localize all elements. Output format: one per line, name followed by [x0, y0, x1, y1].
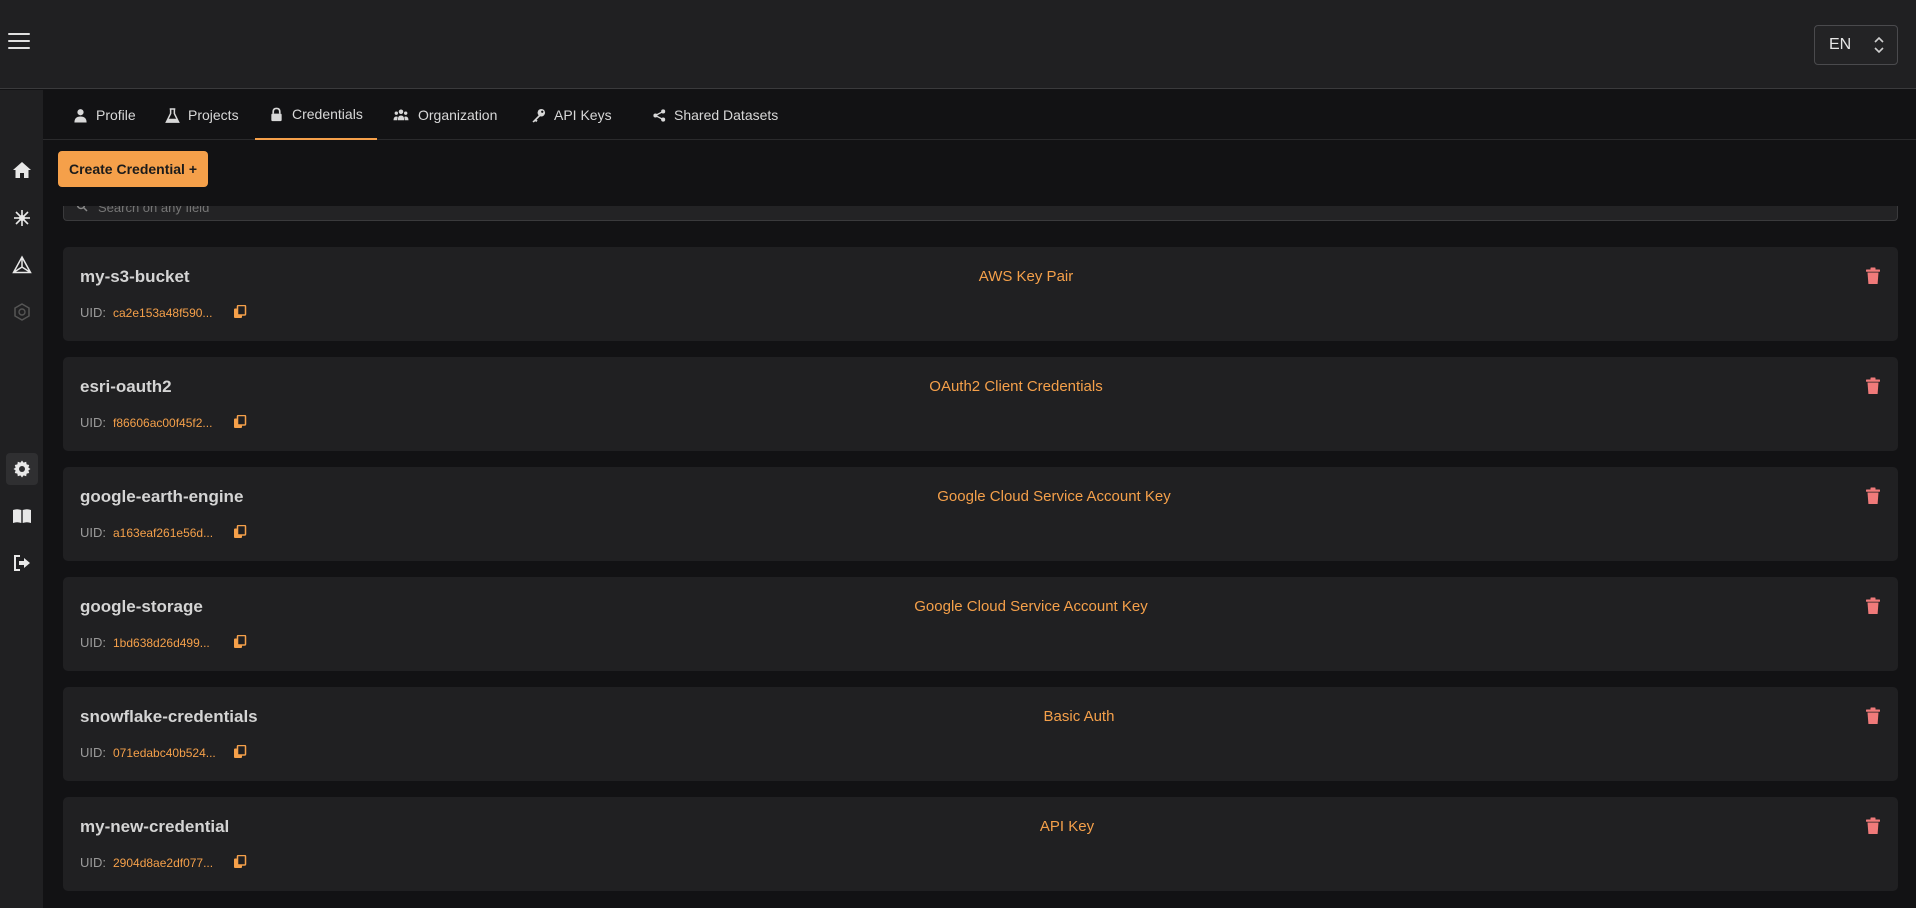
tab-label: Profile — [96, 107, 136, 123]
sparkle-icon[interactable] — [6, 202, 38, 234]
credential-card: google-earth-engine UID: a163eaf261e56d.… — [63, 467, 1898, 561]
credential-card: google-storage UID: 1bd638d26d499... Goo… — [63, 577, 1898, 671]
tab-label: Shared Datasets — [674, 107, 779, 123]
tab-shared-datasets[interactable]: Shared Datasets — [639, 90, 792, 140]
credential-name: google-storage — [80, 597, 203, 616]
gear-icon[interactable] — [6, 453, 38, 485]
credential-name: my-new-credential — [80, 817, 230, 836]
uid-label: UID: — [80, 855, 106, 870]
tab-label: Organization — [418, 107, 498, 123]
tab-label: Projects — [188, 107, 239, 123]
credential-type: AWS Key Pair — [978, 268, 1074, 285]
trash-icon[interactable] — [1865, 817, 1881, 835]
credential-card: my-s3-bucket UID: ca2e153a48f590... AWS … — [63, 247, 1898, 341]
credential-type: API Key — [1039, 818, 1095, 835]
language-select[interactable]: EN — [1814, 25, 1898, 65]
main-content: Profile Projects Credentials Organizatio… — [43, 90, 1916, 908]
tab-organization[interactable]: Organization — [378, 90, 511, 140]
tab-projects[interactable]: Projects — [151, 90, 253, 140]
copy-icon[interactable] — [233, 635, 247, 649]
lock-icon — [271, 107, 282, 121]
uid-label: UID: — [80, 635, 106, 650]
credential-card: esri-oauth2 UID: f86606ac00f45f2... OAut… — [63, 357, 1898, 451]
search-field[interactable] — [63, 206, 1898, 221]
tab-bar: Profile Projects Credentials Organizatio… — [43, 90, 1916, 140]
credential-type: OAuth2 Client Credentials — [929, 378, 1103, 395]
hexagon-icon[interactable] — [6, 296, 38, 328]
trash-icon[interactable] — [1865, 597, 1881, 615]
credential-card: my-new-credential UID: 2904d8ae2df077...… — [63, 797, 1898, 891]
tab-profile[interactable]: Profile — [59, 90, 150, 140]
book-icon[interactable] — [6, 500, 38, 532]
credential-uid: ca2e153a48f590... — [113, 306, 213, 320]
trash-icon[interactable] — [1865, 377, 1881, 395]
trash-icon[interactable] — [1865, 487, 1881, 505]
triangle-icon[interactable] — [6, 249, 38, 281]
uid-label: UID: — [80, 415, 106, 430]
copy-icon[interactable] — [233, 415, 247, 429]
credential-card: snowflake-credentials UID: 071edabc40b52… — [63, 687, 1898, 781]
copy-icon[interactable] — [233, 855, 247, 869]
credential-name: google-earth-engine — [80, 487, 244, 506]
create-credential-button[interactable]: Create Credential + — [58, 151, 208, 187]
tab-label: Credentials — [292, 106, 363, 122]
user-icon — [74, 108, 87, 123]
trash-icon[interactable] — [1865, 267, 1881, 285]
top-bar: EN — [0, 0, 1916, 89]
credential-uid: 2904d8ae2df077... — [113, 856, 214, 870]
tab-credentials[interactable]: Credentials — [255, 90, 377, 140]
tab-api-keys[interactable]: API Keys — [517, 90, 626, 140]
credential-type: Basic Auth — [1043, 708, 1115, 725]
copy-icon[interactable] — [233, 525, 247, 539]
search-input[interactable] — [96, 206, 496, 218]
uid-label: UID: — [80, 305, 106, 320]
credential-name: esri-oauth2 — [80, 377, 172, 396]
search-icon — [76, 206, 88, 212]
share-icon — [653, 108, 666, 122]
uid-label: UID: — [80, 745, 106, 760]
uid-label: UID: — [80, 525, 106, 540]
language-value: EN — [1829, 36, 1852, 53]
users-icon — [393, 109, 409, 120]
key-icon — [532, 108, 546, 123]
credential-type: Google Cloud Service Account Key — [937, 488, 1171, 505]
sidebar — [0, 90, 43, 908]
copy-icon[interactable] — [233, 305, 247, 319]
hamburger-menu-icon[interactable] — [8, 33, 30, 49]
credential-name: snowflake-credentials — [80, 707, 258, 726]
credential-type: Google Cloud Service Account Key — [914, 598, 1148, 615]
trash-icon[interactable] — [1865, 707, 1881, 725]
credential-uid: f86606ac00f45f2... — [113, 416, 213, 430]
flask-icon — [165, 107, 180, 123]
home-icon[interactable] — [6, 154, 38, 186]
credential-uid: a163eaf261e56d... — [113, 526, 214, 540]
tab-label: API Keys — [554, 107, 612, 123]
credential-name: my-s3-bucket — [80, 267, 190, 286]
logout-icon[interactable] — [6, 547, 38, 579]
credential-uid: 1bd638d26d499... — [113, 636, 210, 650]
credential-uid: 071edabc40b524... — [113, 746, 216, 760]
chevron-up-down-icon — [1874, 36, 1884, 54]
copy-icon[interactable] — [233, 745, 247, 759]
